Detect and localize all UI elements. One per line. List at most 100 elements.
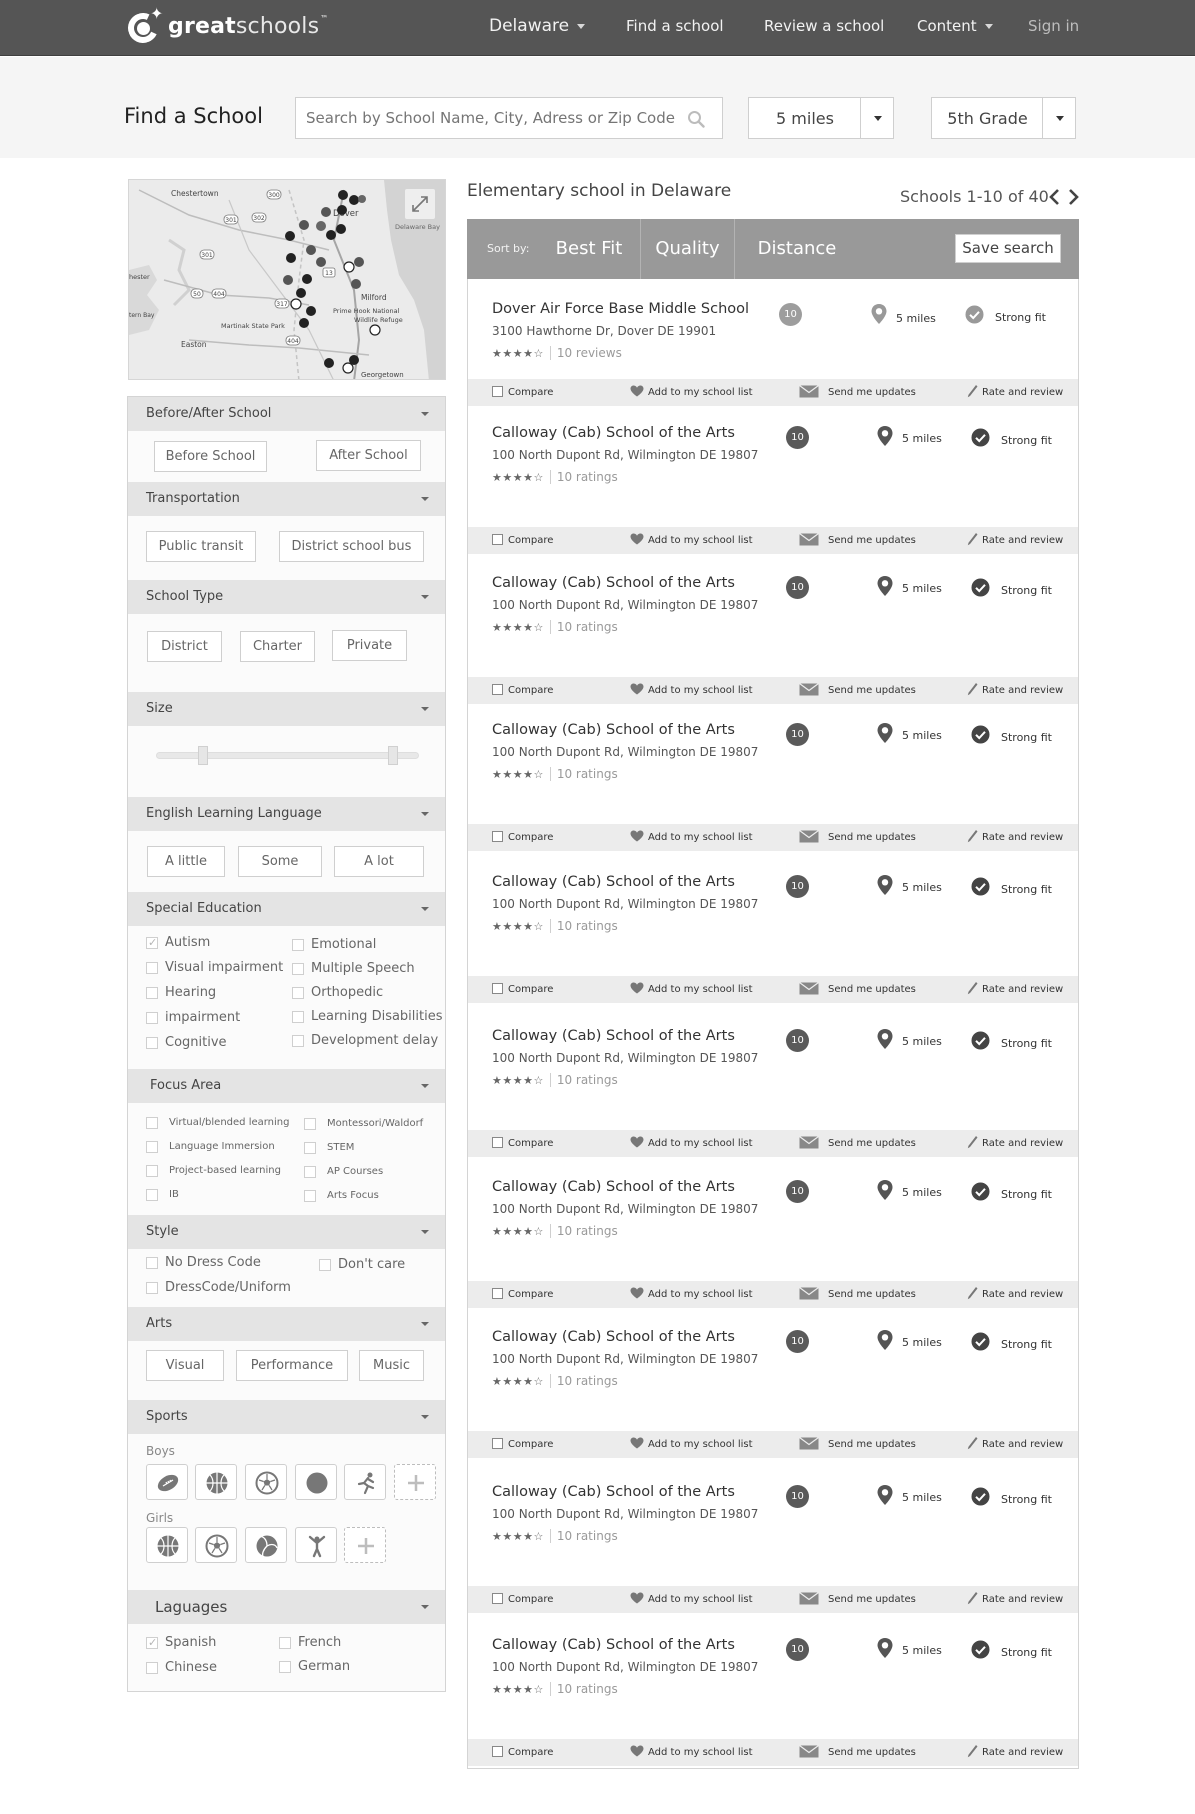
filter-header-before-after[interactable]: Before/After School bbox=[128, 397, 445, 431]
results-map[interactable]: 300 301 302 301 13 50 404 317 404 Cheste… bbox=[128, 179, 446, 380]
school-name[interactable]: Calloway (Cab) School of the Arts bbox=[492, 874, 735, 890]
rate-review-button[interactable]: Rate and review bbox=[967, 976, 1063, 1003]
checkbox-box[interactable] bbox=[146, 1165, 158, 1177]
review-count[interactable]: 10 ratings bbox=[549, 1073, 618, 1087]
filter-header-school-type[interactable]: School Type bbox=[128, 580, 445, 614]
chip-arts-music[interactable]: Music bbox=[359, 1350, 424, 1381]
nav-review-school[interactable]: Review a school bbox=[764, 0, 884, 56]
sort-distance[interactable]: Distance bbox=[735, 219, 859, 279]
chip-arts-visual[interactable]: Visual bbox=[146, 1350, 224, 1381]
review-count[interactable]: 10 ratings bbox=[549, 1224, 618, 1238]
chip-charter[interactable]: Charter bbox=[240, 631, 315, 662]
filter-header-languages[interactable]: Laguages bbox=[128, 1590, 445, 1624]
rate-review-button[interactable]: Rate and review bbox=[967, 527, 1063, 554]
sort-best-fit[interactable]: Best Fit bbox=[539, 219, 639, 279]
save-search-button[interactable]: Save search bbox=[955, 234, 1061, 263]
checkbox-language-immersion[interactable]: Language Immersion bbox=[146, 1139, 275, 1155]
chip-private[interactable]: Private bbox=[332, 630, 407, 661]
checkbox-german[interactable]: German bbox=[279, 1659, 350, 1675]
compare-checkbox[interactable]: Compare bbox=[492, 1586, 553, 1613]
add-to-list-button[interactable]: Add to my school list bbox=[630, 1281, 753, 1308]
nav-content-dropdown[interactable]: Content bbox=[917, 0, 993, 56]
compare-checkbox[interactable]: Compare bbox=[492, 824, 553, 851]
search-input[interactable] bbox=[295, 97, 723, 139]
checkbox-box[interactable] bbox=[492, 683, 503, 695]
school-card[interactable]: Dover Air Force Base Middle School 3100 H… bbox=[468, 281, 1078, 379]
review-count[interactable]: 10 ratings bbox=[549, 1529, 618, 1543]
add-to-list-button[interactable]: Add to my school list bbox=[630, 1586, 753, 1613]
compare-checkbox[interactable]: Compare bbox=[492, 1431, 553, 1458]
rate-review-button[interactable]: Rate and review bbox=[967, 824, 1063, 851]
map-canvas[interactable]: 300 301 302 301 13 50 404 317 404 Cheste… bbox=[129, 180, 446, 380]
checkbox-chinese[interactable]: Chinese bbox=[146, 1660, 217, 1676]
school-name[interactable]: Calloway (Cab) School of the Arts bbox=[492, 575, 735, 591]
school-card[interactable]: Calloway (Cab) School of the Arts 100 Nor… bbox=[468, 404, 1078, 527]
greatschools-logo[interactable]: ✦ greatschools™ bbox=[123, 6, 329, 48]
add-to-list-button[interactable]: Add to my school list bbox=[630, 824, 753, 851]
checkbox-cognitive[interactable]: Cognitive bbox=[146, 1035, 227, 1051]
review-count[interactable]: 10 reviews bbox=[549, 346, 622, 360]
checkbox-visual-impairment[interactable]: Visual impairment bbox=[146, 960, 283, 976]
checkbox-impairment[interactable]: impairment bbox=[146, 1010, 240, 1026]
search-icon[interactable] bbox=[687, 110, 705, 128]
send-updates-button[interactable]: Send me updates bbox=[799, 1586, 916, 1613]
checkbox-box[interactable] bbox=[492, 1287, 503, 1299]
send-updates-button[interactable]: Send me updates bbox=[799, 976, 916, 1003]
checkbox-box[interactable] bbox=[492, 533, 503, 545]
nav-state-dropdown[interactable]: Delaware bbox=[489, 0, 586, 56]
checkbox-box[interactable] bbox=[146, 1012, 158, 1024]
checkbox-multiple-speech[interactable]: Multiple Speech bbox=[292, 961, 415, 977]
filter-header-sports[interactable]: Sports bbox=[128, 1400, 445, 1434]
checkbox-orthopedic[interactable]: Orthopedic bbox=[292, 985, 383, 1001]
checkbox-box[interactable] bbox=[492, 385, 503, 397]
checkbox-box[interactable] bbox=[146, 962, 158, 974]
add-to-list-button[interactable]: Add to my school list bbox=[630, 677, 753, 704]
compare-checkbox[interactable]: Compare bbox=[492, 1130, 553, 1157]
rate-review-button[interactable]: Rate and review bbox=[967, 677, 1063, 704]
filter-header-ell[interactable]: English Learning Language bbox=[128, 797, 445, 831]
review-count[interactable]: 10 ratings bbox=[549, 919, 618, 933]
school-card[interactable]: Calloway (Cab) School of the Arts 100 Nor… bbox=[468, 1308, 1078, 1431]
checkbox-box[interactable] bbox=[304, 1142, 316, 1154]
checkbox-box[interactable] bbox=[492, 1745, 503, 1757]
checkbox-development-delay[interactable]: Development delay bbox=[292, 1033, 438, 1049]
checkbox-box[interactable] bbox=[146, 935, 158, 951]
filter-header-size[interactable]: Size bbox=[128, 692, 445, 726]
baseball-icon[interactable] bbox=[295, 1464, 337, 1500]
checkbox-dont-care[interactable]: Don't care bbox=[319, 1257, 405, 1273]
checkbox-box[interactable] bbox=[146, 1141, 158, 1153]
checkbox-virtual-learning[interactable]: Virtual/blended learning bbox=[146, 1115, 289, 1131]
checkbox-box[interactable] bbox=[279, 1661, 291, 1673]
compare-checkbox[interactable]: Compare bbox=[492, 527, 553, 554]
grade-select[interactable]: 5th Grade bbox=[931, 97, 1076, 139]
send-updates-button[interactable]: Send me updates bbox=[799, 527, 916, 554]
size-slider-track[interactable] bbox=[156, 752, 419, 759]
checkbox-box[interactable] bbox=[146, 1662, 158, 1674]
checkbox-arts-focus[interactable]: Arts Focus bbox=[304, 1188, 379, 1204]
checkbox-box[interactable] bbox=[492, 1437, 503, 1449]
school-card[interactable]: Calloway (Cab) School of the Arts 100 Nor… bbox=[468, 701, 1078, 824]
compare-checkbox[interactable]: Compare bbox=[492, 1739, 553, 1766]
add-to-list-button[interactable]: Add to my school list bbox=[630, 976, 753, 1003]
distance-dropdown-button[interactable] bbox=[860, 98, 893, 138]
checkbox-learning-disabilities[interactable]: Learning Disabilities bbox=[292, 1009, 443, 1025]
add-sport-girls-button[interactable] bbox=[344, 1527, 386, 1563]
compare-checkbox[interactable]: Compare bbox=[492, 976, 553, 1003]
checkbox-box[interactable] bbox=[304, 1118, 316, 1130]
compare-checkbox[interactable]: Compare bbox=[492, 677, 553, 704]
checkbox-box[interactable] bbox=[146, 1635, 158, 1651]
checkbox-box[interactable] bbox=[146, 1257, 158, 1269]
checkbox-box[interactable] bbox=[146, 1282, 158, 1294]
checkbox-spanish[interactable]: Spanish bbox=[146, 1635, 216, 1651]
school-name[interactable]: Calloway (Cab) School of the Arts bbox=[492, 1329, 735, 1345]
chip-ell-a-lot[interactable]: A lot bbox=[334, 846, 424, 877]
checkbox-french[interactable]: French bbox=[279, 1635, 341, 1651]
add-to-list-button[interactable]: Add to my school list bbox=[630, 1130, 753, 1157]
checkbox-box[interactable] bbox=[492, 830, 503, 842]
send-updates-button[interactable]: Send me updates bbox=[799, 1431, 916, 1458]
grade-dropdown-button[interactable] bbox=[1042, 98, 1075, 138]
checkbox-box[interactable] bbox=[492, 1592, 503, 1604]
filter-header-transportation[interactable]: Transportation bbox=[128, 482, 445, 516]
checkbox-box[interactable] bbox=[304, 1166, 316, 1178]
school-name[interactable]: Calloway (Cab) School of the Arts bbox=[492, 425, 735, 441]
